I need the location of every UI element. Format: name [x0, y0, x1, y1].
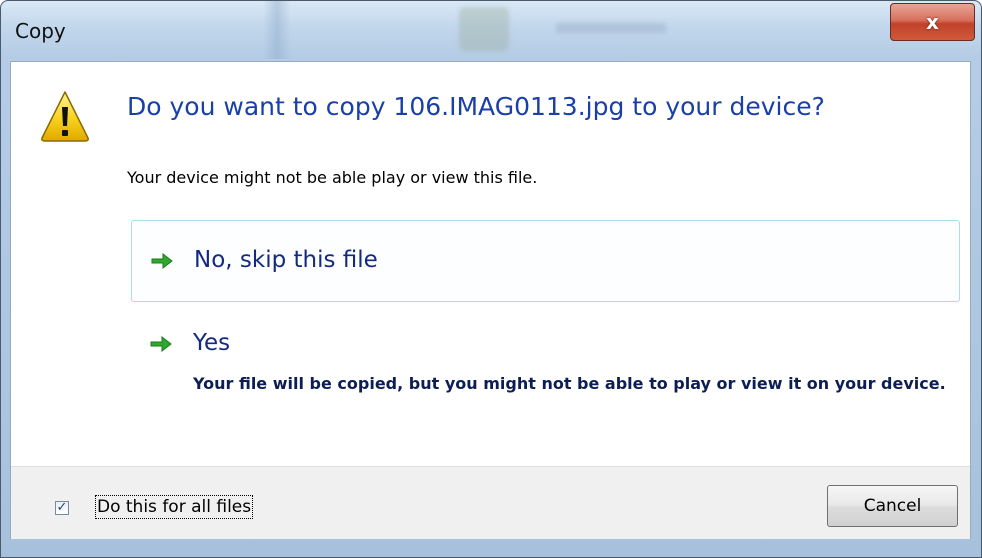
dialog-heading: Do you want to copy 106.IMAG0113.jpg to … — [127, 92, 825, 121]
title-bar[interactable]: Copy x — [1, 1, 981, 59]
cancel-button[interactable]: Cancel — [827, 485, 958, 527]
skip-file-label: No, skip this file — [194, 247, 378, 273]
warning-icon — [41, 91, 89, 142]
green-arrow-icon — [151, 252, 173, 270]
do-for-all-checkbox[interactable]: ✓ — [55, 501, 69, 515]
window-title: Copy — [15, 19, 66, 43]
copy-file-description: Your file will be copied, but you might … — [193, 374, 946, 393]
copy-dialog-window: Copy x Do you want to copy 106.IMAG0113.… — [0, 0, 982, 558]
dialog-content: Do you want to copy 106.IMAG0113.jpg to … — [10, 61, 971, 539]
green-arrow-icon — [150, 335, 172, 353]
copy-file-label: Yes — [193, 330, 231, 356]
background-blur — [263, 1, 291, 59]
dialog-footer: ✓ Do this for all files Cancel — [11, 466, 970, 539]
close-icon: x — [926, 10, 939, 34]
dialog-description: Your device might not be able play or vi… — [127, 168, 538, 187]
skip-file-option[interactable]: No, skip this file — [131, 220, 960, 302]
close-button[interactable]: x — [890, 3, 975, 41]
copy-file-option[interactable]: Yes Your file will be copied, but you mi… — [131, 322, 960, 442]
do-for-all-label[interactable]: Do this for all files — [94, 495, 254, 519]
background-blur — [459, 7, 509, 51]
background-blur — [556, 23, 666, 33]
